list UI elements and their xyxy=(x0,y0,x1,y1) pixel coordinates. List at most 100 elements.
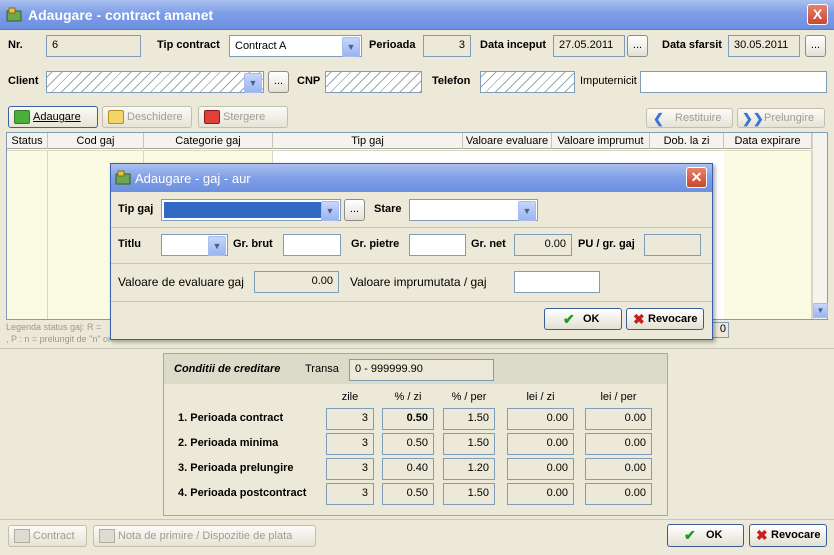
close-icon[interactable]: X xyxy=(807,4,828,25)
col-cod-gaj[interactable]: Cod gaj xyxy=(48,133,144,149)
grid-col-body xyxy=(7,150,48,319)
row-label-prelungire: 3. Perioada prelungire xyxy=(178,462,294,474)
data-sfarsit-picker-button[interactable]: ... xyxy=(805,35,826,57)
client-browse-button[interactable]: ... xyxy=(268,71,289,93)
adaugare-button[interactable]: Adaugare xyxy=(8,106,98,128)
telefon-field[interactable] xyxy=(480,71,575,93)
tip-contract-label: Tip contract xyxy=(157,39,220,51)
dialog-separator xyxy=(111,301,712,302)
gr-brut-field[interactable] xyxy=(283,234,341,256)
client-label: Client xyxy=(8,75,39,87)
nota-primire-button[interactable]: Nota de primire / Dispozitie de plata xyxy=(93,525,316,547)
tip-gaj-selection xyxy=(164,202,322,218)
cell-pct-per: 1.50 xyxy=(443,483,495,505)
ok-button[interactable]: ✔ OK xyxy=(667,524,744,547)
stergere-label: Stergere xyxy=(223,111,266,123)
chevron-down-icon[interactable]: ▼ xyxy=(342,37,360,57)
cell-lei-zi: 0.00 xyxy=(507,408,574,430)
imputernicit-field[interactable] xyxy=(640,71,827,93)
cell-lei-zi: 0.00 xyxy=(507,458,574,480)
cell-zile: 3 xyxy=(326,483,374,505)
cell-pct-per: 1.50 xyxy=(443,408,495,430)
col-tip-gaj[interactable]: Tip gaj xyxy=(273,133,463,149)
arrow-left-icon: ❮ xyxy=(653,111,664,126)
dialog-close-icon[interactable]: ✕ xyxy=(686,167,707,188)
cell-lei-zi: 0.00 xyxy=(507,483,574,505)
cell-zile: 3 xyxy=(326,433,374,455)
cancel-icon: ✖ xyxy=(756,527,768,543)
prelungire-label: Prelungire xyxy=(764,112,815,124)
ok-label: OK xyxy=(706,529,723,541)
cell-pct-zi: 0.50 xyxy=(382,408,434,430)
printer-icon xyxy=(99,529,115,543)
cell-lei-per: 0.00 xyxy=(585,408,652,430)
data-sfarsit-field[interactable]: 30.05.2011 xyxy=(728,35,800,57)
revocare-label: Revocare xyxy=(771,529,821,541)
stare-select[interactable]: ▼ xyxy=(409,199,538,221)
restituire-button[interactable]: ❮ Restituire xyxy=(646,108,733,128)
titlu-select[interactable]: ▼ xyxy=(161,234,228,256)
printer-icon xyxy=(14,529,30,543)
client-select[interactable]: ▼ xyxy=(46,71,264,93)
stergere-button[interactable]: Stergere xyxy=(198,106,288,128)
valoare-imprumut-field[interactable] xyxy=(514,271,600,293)
contract-button[interactable]: Contract xyxy=(8,525,87,547)
scroll-down-icon[interactable]: ▼ xyxy=(813,303,828,318)
chevron-down-icon[interactable]: ▼ xyxy=(244,73,262,93)
prelungire-button[interactable]: ❯❯ Prelungire xyxy=(737,108,825,128)
cell-pct-per: 1.20 xyxy=(443,458,495,480)
gr-net-label: Gr. net xyxy=(471,238,506,250)
folder-open-icon xyxy=(108,110,124,124)
valoare-imprumut-label: Valoare imprumutata / gaj xyxy=(350,275,487,289)
chevron-down-icon[interactable]: ▼ xyxy=(208,236,226,256)
telefon-label: Telefon xyxy=(432,75,471,87)
gr-net-field: 0.00 xyxy=(514,234,572,256)
hdr-lei-zi: lei / zi xyxy=(526,391,555,403)
deschidere-label: Deschidere xyxy=(127,111,183,123)
col-dob-la-zi[interactable]: Dob. la zi xyxy=(650,133,724,149)
grid-col-body xyxy=(724,150,812,319)
tip-contract-value: Contract A xyxy=(235,40,287,52)
data-sfarsit-label: Data sfarsit xyxy=(662,39,722,51)
conditii-title: Conditii de creditare xyxy=(174,363,281,375)
transa-field: 0 - 999999.90 xyxy=(349,359,494,381)
cancel-icon: ✖ xyxy=(633,311,645,327)
dialog-revocare-button[interactable]: ✖ Revocare xyxy=(626,308,704,330)
tip-gaj-browse-button[interactable]: ... xyxy=(344,199,365,221)
col-valoare-imprumut[interactable]: Valoare imprumut xyxy=(552,133,650,149)
dialog-ok-button[interactable]: ✔ OK xyxy=(544,308,622,330)
chevron-down-icon[interactable]: ▼ xyxy=(321,201,339,221)
revocare-button[interactable]: ✖ Revocare xyxy=(749,524,827,547)
gr-pietre-label: Gr. pietre xyxy=(351,238,400,250)
data-inceput-picker-button[interactable]: ... xyxy=(627,35,648,57)
valoare-evaluare-label: Valoare de evaluare gaj xyxy=(118,275,244,289)
col-categorie-gaj[interactable]: Categorie gaj xyxy=(144,133,273,149)
col-status[interactable]: Status xyxy=(7,133,48,149)
grid-header: Status Cod gaj Categorie gaj Tip gaj Val… xyxy=(7,133,812,149)
separator xyxy=(0,348,834,349)
footer-separator xyxy=(0,519,834,520)
col-data-expirare[interactable]: Data expirare xyxy=(724,133,812,149)
row-label-minima: 2. Perioada minima xyxy=(178,437,279,449)
cell-lei-zi: 0.00 xyxy=(507,433,574,455)
hdr-pct-per: % / per xyxy=(451,391,487,403)
tip-contract-select[interactable]: Contract A ▼ xyxy=(229,35,362,57)
col-valoare-evaluare[interactable]: Valoare evaluare xyxy=(463,133,552,149)
cell-lei-per: 0.00 xyxy=(585,483,652,505)
row-label-postcontract: 4. Perioada postcontract xyxy=(178,487,307,499)
hdr-lei-per: lei / per xyxy=(600,391,637,403)
cnp-field[interactable] xyxy=(325,71,422,93)
data-inceput-field[interactable]: 27.05.2011 xyxy=(553,35,625,57)
dialog-revocare-label: Revocare xyxy=(648,313,698,325)
cell-lei-per: 0.00 xyxy=(585,433,652,455)
nr-label: Nr. xyxy=(8,39,23,51)
grid-scrollbar[interactable]: ▼ xyxy=(812,133,828,319)
check-icon: ✔ xyxy=(563,311,575,327)
chevron-down-icon[interactable]: ▼ xyxy=(518,201,536,221)
cell-pct-zi: 0.50 xyxy=(382,483,434,505)
folder-add-icon xyxy=(14,110,30,124)
pu-field xyxy=(644,234,701,256)
tip-gaj-select[interactable]: ▼ xyxy=(161,199,341,221)
deschidere-button[interactable]: Deschidere xyxy=(102,106,192,128)
gr-pietre-field[interactable] xyxy=(409,234,466,256)
